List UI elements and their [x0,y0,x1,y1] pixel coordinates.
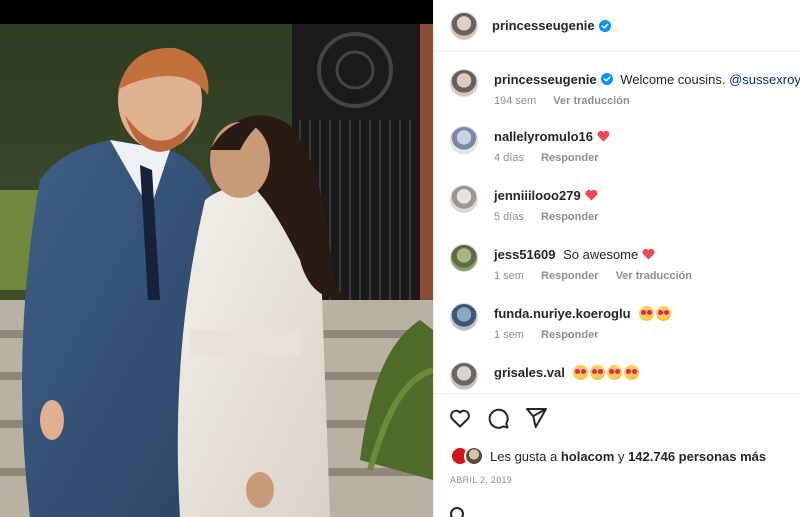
red-heart-icon [597,130,610,142]
likes-connector: y [617,448,625,464]
comment-avatar[interactable] [450,362,478,390]
author-avatar[interactable] [450,11,478,40]
heart-eyes-emoji-icon [590,365,606,380]
comment-avatar[interactable] [450,303,478,331]
verified-badge-icon [598,19,611,32]
comment-time: 5 días [494,211,524,223]
post-header: princesseugenie [434,0,800,52]
mention-link[interactable]: @sussexroyal [729,72,800,87]
red-heart-icon [585,189,598,201]
comment-username[interactable]: nallelyromulo16 [494,129,593,144]
liker-avatar [464,446,484,466]
emoji-icon[interactable] [450,507,464,517]
comment-avatar[interactable] [450,244,478,272]
comment-username[interactable]: jess51609 [494,247,555,262]
comment-avatar[interactable] [450,126,478,154]
post-actions: Les gusta a holacom y 142.746 personas m… [434,393,800,517]
comment-avatar[interactable] [450,69,478,97]
author-username[interactable]: princesseugenie [492,18,595,33]
heart-eyes-emoji-icon [624,365,640,380]
comment-time: 1 sem [494,270,524,282]
post-photo[interactable] [0,0,433,517]
post-side-panel: princesseugenie princesseugenie Welcome … [433,0,800,517]
verified-badge-icon [600,73,613,85]
share-icon[interactable] [524,406,548,430]
reply-link[interactable]: Responder [541,270,598,282]
post-date: ABRIL 2, 2019 [450,475,513,485]
comment-time: 1 sem [494,329,524,341]
comment-time: 194 sem [494,95,537,107]
reply-link[interactable]: Responder [541,329,598,341]
comment-username[interactable]: grisales.val [494,365,565,380]
likes-summary[interactable]: Les gusta a holacom y 142.746 personas m… [450,446,766,466]
reply-link[interactable]: Responder [541,152,598,164]
translate-link[interactable]: Ver traducción [616,270,692,282]
heart-eyes-emoji-icon [656,306,672,321]
reply-link[interactable]: Responder [541,211,598,223]
likes-user[interactable]: holacom [561,449,614,464]
heart-eyes-emoji-icon [607,365,623,380]
comment-text: Welcome cousins. [620,72,726,87]
comment-username[interactable]: princesseugenie [494,72,597,87]
comment-avatar[interactable] [450,185,478,213]
likes-count[interactable]: 142.746 personas más [628,449,766,464]
heart-outline-icon[interactable] [448,406,472,430]
likes-prefix: Les gusta a [490,448,558,464]
couple-photo [0,0,433,517]
translate-link[interactable]: Ver traducción [553,95,629,107]
comment-time: 4 días [494,152,524,164]
heart-eyes-emoji-icon [639,306,655,321]
comment-username[interactable]: funda.nuriye.koeroglu [494,306,631,321]
comment-icon[interactable] [486,406,510,430]
comment-text: So awesome [563,247,639,262]
comments-list[interactable]: princesseugenie Welcome cousins. @sussex… [434,53,800,390]
comment-username[interactable]: jenniiilooo279 [494,188,581,203]
heart-eyes-emoji-icon [573,365,589,380]
red-heart-icon [642,248,655,260]
